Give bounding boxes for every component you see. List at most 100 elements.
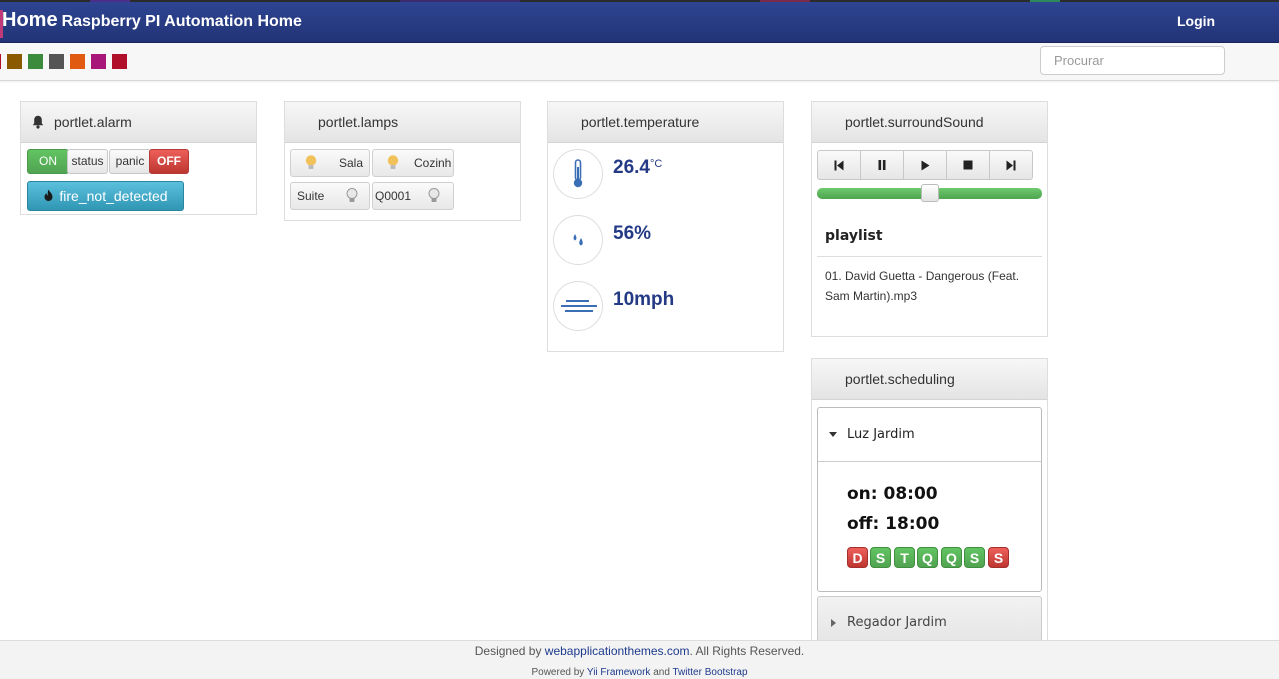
weekday-toggles: D S T Q Q S S (847, 547, 1017, 569)
playlist-divider (817, 256, 1042, 257)
theme-swatch-1[interactable] (0, 54, 1, 69)
fire-icon (44, 189, 53, 201)
bell-icon (32, 115, 44, 129)
bootstrap-link[interactable]: Twitter Bootstrap (673, 667, 748, 678)
theme-swatch-magenta[interactable] (91, 54, 106, 69)
yii-link[interactable]: Yii Framework (587, 667, 651, 678)
footer-rights: . All Rights Reserved. (689, 644, 805, 658)
lamp-q0001-toggle[interactable]: Q0001 (372, 182, 454, 210)
day-toggle-wed[interactable]: Q (917, 547, 938, 568)
theme-swatch-orange[interactable] (70, 54, 85, 69)
thermometer-circle (553, 149, 603, 199)
lamp-label: Suite (297, 189, 325, 203)
temperature-number: 26.4 (613, 157, 650, 178)
day-toggle-sun[interactable]: D (847, 547, 868, 568)
playlist-track[interactable]: 01. David Guetta - Dangerous (Feat. Sam … (825, 266, 1035, 306)
portlet-header: portlet.alarm (21, 102, 256, 143)
pause-button[interactable] (861, 151, 904, 179)
volume-slider[interactable] (817, 184, 1042, 202)
caret-right-icon (831, 619, 836, 627)
designer-link[interactable]: webapplicationthemes.com (545, 644, 690, 658)
caret-down-icon (829, 432, 837, 437)
next-track-button[interactable] (990, 151, 1032, 179)
lamp-cozinha-toggle[interactable]: Cozinh (372, 149, 454, 177)
thermometer-icon (573, 159, 583, 188)
search-input[interactable] (1040, 46, 1225, 75)
scheduling-portlet: portlet.scheduling Luz Jardim on: 08:00 … (811, 358, 1048, 648)
temperature-portlet: portlet.temperature 26.4°C 56% 10mph (547, 101, 784, 352)
portlet-header: portlet.temperature (548, 102, 783, 143)
water-drops-icon (573, 234, 583, 246)
alarm-off-button[interactable]: OFF (149, 149, 189, 174)
playlist-title: playlist (825, 228, 883, 244)
brand[interactable]: Home Raspberry PI Automation Home (2, 9, 302, 32)
pause-icon (878, 160, 886, 170)
brand-subtitle: Raspberry PI Automation Home (61, 13, 302, 30)
portlet-header: portlet.surroundSound (812, 102, 1047, 143)
wind-value: 10mph (613, 289, 675, 310)
stop-icon (963, 160, 973, 170)
lamp-label: Q0001 (375, 189, 412, 203)
footer-powered: Powered by Yii Framework and Twitter Boo… (0, 667, 1279, 678)
schedule-accordion-header[interactable]: Luz Jardim (818, 408, 1041, 462)
day-toggle-mon[interactable]: S (870, 547, 891, 568)
lamp-label: Cozinh (414, 156, 452, 170)
theme-swatch-brown[interactable] (7, 54, 22, 69)
skip-back-icon (834, 160, 844, 170)
theme-swatch-gray[interactable] (49, 54, 64, 69)
footer-and: and (653, 667, 670, 678)
day-toggle-sat[interactable]: S (988, 547, 1009, 568)
schedule-name: Regador Jardim (847, 615, 947, 630)
lamp-suite-toggle[interactable]: Suite (290, 182, 370, 210)
off-bulb-icon (428, 188, 440, 202)
alarm-on-button[interactable]: ON (27, 149, 69, 174)
portlet-title: portlet.alarm (54, 114, 132, 130)
portlet-header: portlet.scheduling (812, 359, 1047, 400)
previous-track-button[interactable] (818, 151, 861, 179)
portlet-title: portlet.surroundSound (845, 114, 984, 130)
fire-status-label: fire_not_detected (59, 188, 168, 204)
header-color-stripe (0, 0, 1279, 2)
panic-button[interactable]: panic (109, 149, 151, 174)
surround-sound-portlet: portlet.surroundSound playlist 01. David… (811, 101, 1048, 337)
lamps-portlet: portlet.lamps Sala Cozinh Suite Q0001 (284, 101, 521, 221)
skip-forward-icon (1006, 160, 1016, 170)
humidity-value: 56% (613, 223, 652, 244)
fire-status-button[interactable]: fire_not_detected (27, 181, 184, 211)
theme-swatch-green[interactable] (28, 54, 43, 69)
player-controls (817, 150, 1033, 180)
temperature-unit: °C (649, 158, 663, 170)
lit-bulb-icon (387, 155, 399, 169)
footer-powered-prefix: Powered by (531, 667, 585, 678)
off-bulb-icon (346, 188, 358, 202)
day-toggle-fri[interactable]: S (964, 547, 985, 568)
lit-bulb-icon (305, 155, 317, 169)
wind-icon (561, 300, 597, 312)
day-toggle-tue[interactable]: T (894, 547, 915, 568)
alarm-portlet: portlet.alarm ON status panic OFF fire_n… (20, 101, 257, 215)
alarm-status-button[interactable]: status (67, 149, 108, 174)
brand-title: Home (2, 9, 58, 31)
wind-circle (553, 281, 603, 331)
play-button[interactable] (904, 151, 947, 179)
volume-slider-handle[interactable] (920, 184, 939, 202)
portlet-title: portlet.lamps (318, 114, 399, 130)
sub-toolbar (0, 43, 1279, 81)
theme-swatch-crimson[interactable] (112, 54, 127, 69)
portlet-title: portlet.scheduling (845, 371, 955, 387)
lamp-sala-toggle[interactable]: Sala (290, 149, 370, 177)
footer-designed-prefix: Designed by (474, 644, 542, 658)
footer-credits: Designed by webapplicationthemes.com. Al… (0, 644, 1279, 658)
portlet-header: portlet.lamps (285, 102, 520, 143)
schedule-accordion-item: Luz Jardim on: 08:00 off: 18:00 D S T Q … (817, 407, 1042, 592)
humidity-circle (553, 215, 603, 265)
schedule-off-time: off: 18:00 (847, 514, 940, 534)
day-toggle-thu[interactable]: Q (941, 547, 962, 568)
temperature-value: 26.4°C (613, 157, 662, 179)
schedule-name: Luz Jardim (847, 427, 915, 442)
lamp-label: Sala (339, 156, 364, 170)
stop-button[interactable] (947, 151, 990, 179)
login-link[interactable]: Login (1177, 13, 1215, 29)
play-icon (921, 160, 929, 170)
schedule-on-time: on: 08:00 (847, 484, 938, 504)
